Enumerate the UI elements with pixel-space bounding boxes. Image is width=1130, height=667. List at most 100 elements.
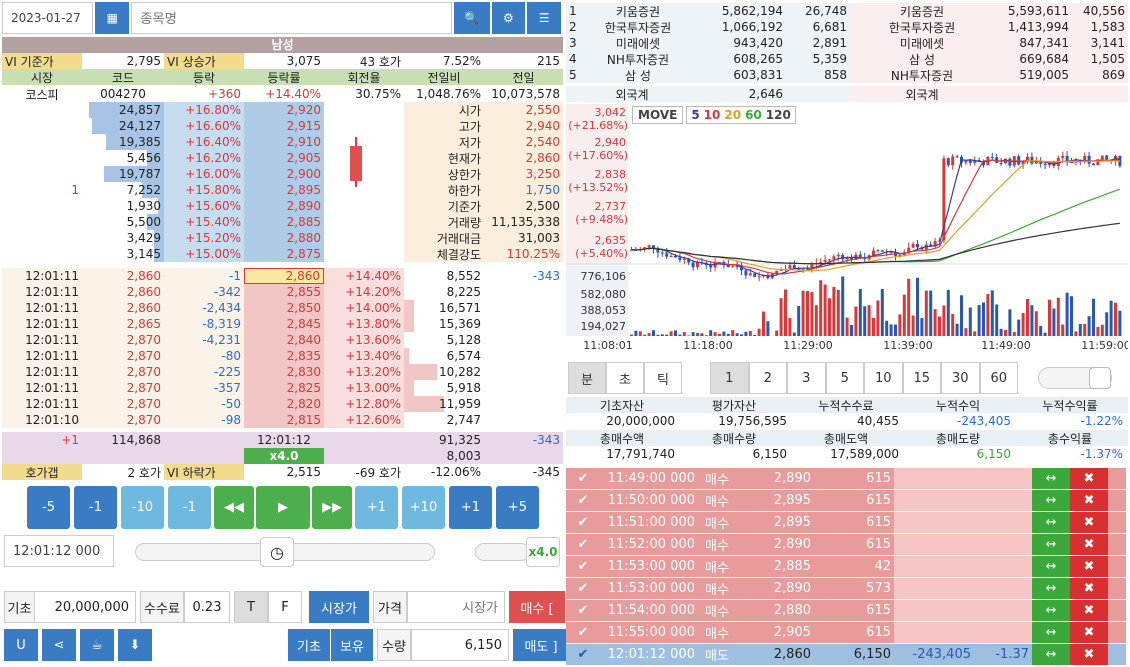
order-row[interactable]: ✔ 11:54:00 000 매수 2,880 615 ↔ ✖ [566,600,1126,622]
base-input[interactable]: 20,000,000 [34,591,136,623]
swap-icon[interactable]: ↔ [1032,556,1070,577]
t-toggle[interactable]: T [234,591,268,623]
ma-120[interactable]: 120 [766,108,791,122]
order-row-last[interactable]: ✔ 12:01:12 000 매도 2,860 6,150 -243,405 -1.37 ↔ ✖ [566,644,1126,666]
share-icon[interactable]: ⋖ [42,629,76,661]
period-type-2[interactable]: 틱 [644,362,682,394]
ma-10[interactable]: 10 [704,108,721,122]
period-value-15[interactable]: 15 [902,362,941,394]
check-icon[interactable]: ✔ [566,578,600,599]
tick-row[interactable]: 12:01:11 2,870 -357 2,825 +13.00% 5,918 [2,380,563,396]
rewind-button[interactable]: ◀◀ [214,486,254,529]
minus1b-button[interactable]: -1 [168,486,211,529]
delete-icon[interactable]: ✖ [1070,468,1108,489]
period-value-60[interactable]: 60 [979,362,1018,394]
swap-icon[interactable]: ↔ [1032,622,1070,643]
price-input[interactable] [407,591,505,623]
market-price-button[interactable]: 시장가 [309,591,369,623]
ask-row[interactable]: 19,385 +16.40% 2,910 [2,134,404,150]
plus10-button[interactable]: +10 [402,486,445,529]
order-row[interactable]: ✔ 11:55:00 000 매수 2,905 615 ↔ ✖ [566,622,1126,644]
hold-qty-button[interactable]: 보유 [331,629,373,661]
order-row[interactable]: ✔ 11:50:00 000 매수 2,895 615 ↔ ✖ [566,490,1126,512]
coffee-icon[interactable]: ☕ [80,629,114,661]
minus1-button[interactable]: -1 [74,486,117,529]
period-value-3[interactable]: 3 [787,362,826,394]
order-row[interactable]: ✔ 11:53:00 000 매수 2,890 573 ↔ ✖ [566,578,1126,600]
delete-icon[interactable]: ✖ [1070,578,1108,599]
ask-row[interactable]: 3,429 +15.20% 2,880 [2,230,404,246]
period-value-10[interactable]: 10 [864,362,903,394]
ask-row[interactable]: 1 7,252 +15.80% 2,895 [2,182,404,198]
ma-20[interactable]: 20 [724,108,741,122]
period-value-30[interactable]: 30 [941,362,980,394]
magnet-icon[interactable]: U [4,629,38,661]
swap-icon[interactable]: ↔ [1032,600,1070,621]
time-field[interactable]: 12:01:12 000 [4,535,114,567]
ma-60[interactable]: 60 [745,108,762,122]
buy-button[interactable]: 매수 [ [509,591,565,623]
period-value-5[interactable]: 5 [825,362,864,394]
check-icon[interactable]: ✔ [566,644,600,665]
check-icon[interactable]: ✔ [566,512,600,533]
ask-row[interactable]: 24,857 +16.80% 2,920 [2,102,404,118]
plus5-button[interactable]: +5 [496,486,539,529]
delete-icon[interactable]: ✖ [1070,622,1108,643]
tick-row[interactable]: 12:01:11 2,870 -50 2,820 +12.80% 11,959 [2,396,563,412]
swap-icon[interactable]: ↔ [1032,512,1070,533]
search-button[interactable]: 🔍 [453,2,490,34]
order-row[interactable]: ✔ 11:53:00 000 매수 2,885 42 ↔ ✖ [566,556,1126,578]
swap-icon[interactable]: ↔ [1032,468,1070,489]
swap-icon[interactable]: ↔ [1032,490,1070,511]
period-value-2[interactable]: 2 [748,362,787,394]
tick-row[interactable]: 12:01:11 2,860 -1 2,860 +14.40% 8,552 -343 [2,268,563,284]
tick-row[interactable]: 12:01:11 2,860 -2,434 2,850 +14.00% 16,571 [2,300,563,316]
delete-icon[interactable]: ✖ [1070,534,1108,555]
plus1b-button[interactable]: +1 [449,486,492,529]
candlestick-chart[interactable]: 3,042(+21.68%) 2,940(+17.60%) 2,838(+13.52… [566,104,1130,352]
chart-zoom-slider[interactable] [1038,367,1112,389]
delete-icon[interactable]: ✖ [1070,556,1108,577]
tick-row[interactable]: 12:01:10 2,870 -98 2,815 +12.60% 2,747 [2,412,563,428]
minus5-button[interactable]: -5 [27,486,70,529]
tick-row[interactable]: 12:01:11 2,860 -342 2,855 +14.20% 8,225 [2,284,563,300]
settings-button[interactable]: ⚙ [491,2,526,34]
fastforward-button[interactable]: ▶▶ [312,486,352,529]
play-button[interactable]: ▶ [256,486,310,529]
base-qty-button[interactable]: 기초 [288,629,330,661]
delete-icon[interactable]: ✖ [1070,512,1108,533]
date-field[interactable]: 2023-01-27 [2,2,94,34]
calendar-button[interactable]: ▦ [95,2,130,34]
order-row[interactable]: ✔ 11:51:00 000 매수 2,895 615 ↔ ✖ [566,512,1126,534]
tick-row[interactable]: 12:01:11 2,870 -80 2,835 +13.40% 6,574 [2,348,563,364]
swap-icon[interactable]: ↔ [1032,644,1070,665]
period-type-1[interactable]: 초 [606,362,644,394]
delete-icon[interactable]: ✖ [1070,490,1108,511]
sell-button[interactable]: 매도 ] [513,629,569,661]
check-icon[interactable]: ✔ [566,468,600,489]
tick-row[interactable]: 12:01:11 2,865 -8,319 2,845 +13.80% 15,369 [2,316,563,332]
tick-row[interactable]: 12:01:11 2,870 -225 2,830 +13.20% 10,282 [2,364,563,380]
period-value-1[interactable]: 1 [710,362,749,394]
ask-row[interactable]: 5,500 +15.40% 2,885 [2,214,404,230]
check-icon[interactable]: ✔ [566,600,600,621]
swap-icon[interactable]: ↔ [1032,534,1070,555]
check-icon[interactable]: ✔ [566,534,600,555]
move-button[interactable]: MOVE [632,106,684,124]
list-button[interactable]: ☰ [527,2,561,34]
ask-row[interactable]: 19,787 +16.00% 2,900 [2,166,404,182]
stock-search-input[interactable] [131,2,452,34]
fee-input[interactable]: 0.23 [184,591,230,623]
ask-row[interactable]: 3,145 +15.00% 2,875 [2,246,404,262]
download-icon[interactable]: ⬇ [118,629,152,661]
check-icon[interactable]: ✔ [566,622,600,643]
check-icon[interactable]: ✔ [566,556,600,577]
f-toggle[interactable]: F [268,591,302,623]
qty-input[interactable]: 6,150 [411,629,509,661]
minus10-button[interactable]: -10 [121,486,164,529]
ma-5[interactable]: 5 [691,108,699,122]
check-icon[interactable]: ✔ [566,490,600,511]
speed-value[interactable]: x4.0 [526,537,560,567]
ask-row[interactable]: 1,930 +15.60% 2,890 [2,198,404,214]
delete-icon[interactable]: ✖ [1070,600,1108,621]
